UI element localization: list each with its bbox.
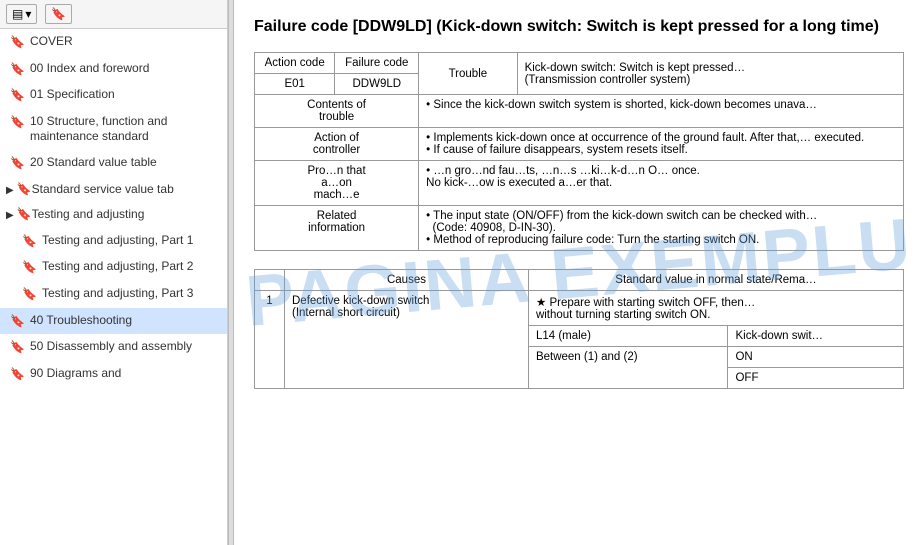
action-code-value: E01 [255,74,335,95]
table-row: Contents oftrouble • Since the kick-down… [255,95,904,128]
col-standard-value: Standard value in normal state/Rema… [528,270,903,291]
sidebar-item-label: 20 Standard value table [30,155,221,171]
cause-connector-value: Kick-down swit… [728,326,904,347]
nav-bookmark-icon: 🔖 [10,88,25,104]
bookmark-button[interactable]: 🔖 [45,4,72,24]
sidebar-item-testing-p1[interactable]: 🔖 Testing and adjusting, Part 1 [0,228,227,255]
causes-table: Causes Standard value in normal state/Re… [254,269,904,389]
sidebar-item-label: Testing and adjusting, Part 1 [42,233,221,249]
sidebar-toolbar: ▤ ▾ 🔖 [0,0,227,29]
row-label-problem: Pro…n thata…onmach…e [255,161,419,206]
sidebar-item-label: Testing and adjusting, Part 2 [42,259,221,275]
col-trouble: Trouble [419,53,517,95]
cause-prep-note: ★ Prepare with starting switch OFF, then… [528,291,903,326]
sidebar-item-20-standard[interactable]: 🔖 20 Standard value table [0,150,227,177]
sidebar-item-50-disassembly[interactable]: 🔖 50 Disassembly and assembly [0,334,227,361]
col-causes: Causes [285,270,529,291]
row-content-contents: • Since the kick-down switch system is s… [419,95,904,128]
row-content-problem: • …n gro…nd fau…ts, …n…s …ki…k-d…n O… on… [419,161,904,206]
expand-arrow-icon: ▶ [6,184,14,197]
sidebar-item-90-diagrams[interactable]: 🔖 90 Diagrams and [0,361,227,388]
sidebar-item-cover[interactable]: 🔖 COVER [0,29,227,56]
failure-code-value: DDW9LD [335,74,419,95]
row-label-contents: Contents oftrouble [255,95,419,128]
table-row: Pro…n thata…onmach…e • …n gro…nd fau…ts,… [255,161,904,206]
nav-bookmark-icon: 🔖 [22,287,37,303]
nav-bookmark-icon: 🔖 [10,115,25,131]
nav-bookmark-icon: 🔖 [10,314,25,330]
col-failure-code: Failure code [335,53,419,74]
sidebar-item-label: COVER [30,34,221,50]
sidebar-item-01-spec[interactable]: 🔖 01 Specification [0,82,227,109]
sidebar-item-label: 00 Index and foreword [30,61,221,77]
table-row: Relatedinformation • The input state (ON… [255,206,904,251]
sidebar-item-standard-service[interactable]: ▶ 🔖 Standard service value tab [0,177,227,203]
nav-bookmark-icon: 🔖 [10,62,25,78]
sidebar-item-label: Testing and adjusting, Part 3 [42,286,221,302]
bookmark-icon: 🔖 [51,7,66,21]
page-title: Failure code [DDW9LD] (Kick-down switch:… [254,16,904,38]
row-content-related: • The input state (ON/OFF) from the kick… [419,206,904,251]
table-row: 1 Defective kick-down switch(Internal sh… [255,291,904,326]
cause-num: 1 [255,291,285,389]
menu-button[interactable]: ▤ ▾ [6,4,37,24]
sidebar-item-label: Testing and adjusting [32,207,145,223]
nav-bookmark-icon: 🔖 [10,340,25,356]
nav-bookmark-icon: 🔖 [10,156,25,172]
nav-bookmark-icon: 🔖 [10,35,25,51]
cause-description: Defective kick-down switch(Internal shor… [285,291,529,389]
failure-info-table: Action code Failure code Trouble Kick-do… [254,52,904,251]
sidebar-item-testing-p3[interactable]: 🔖 Testing and adjusting, Part 3 [0,281,227,308]
sidebar-nav: 🔖 COVER 🔖 00 Index and foreword 🔖 01 Spe… [0,29,227,545]
row-label-action: Action ofcontroller [255,128,419,161]
sidebar-item-label: 40 Troubleshooting [30,313,221,329]
sidebar-item-label: 90 Diagrams and [30,366,221,382]
sidebar-item-testing-p2[interactable]: 🔖 Testing and adjusting, Part 2 [0,254,227,281]
nav-bookmark-icon: 🔖 [17,207,32,223]
sidebar-item-label: 01 Specification [30,87,221,103]
nav-bookmark-icon: 🔖 [22,260,37,276]
col-num [255,270,285,291]
cause-value-off: OFF [728,368,904,389]
dropdown-arrow-icon: ▾ [25,7,31,21]
col-trouble-desc: Kick-down switch: Switch is kept pressed… [517,53,903,95]
row-label-related: Relatedinformation [255,206,419,251]
sidebar-item-label: Standard service value tab [32,182,174,198]
sidebar-item-label: 10 Structure, function and maintenance s… [30,114,221,145]
nav-bookmark-icon: 🔖 [22,234,37,250]
row-content-action: • Implements kick-down once at occurrenc… [419,128,904,161]
sidebar: ▤ ▾ 🔖 🔖 COVER 🔖 00 Index and foreword 🔖 … [0,0,228,545]
cause-measurement-label: Between (1) and (2) [528,347,728,389]
col-action-code: Action code [255,53,335,74]
table-row: Action ofcontroller • Implements kick-do… [255,128,904,161]
sidebar-item-10-structure[interactable]: 🔖 10 Structure, function and maintenance… [0,109,227,150]
nav-bookmark-icon: 🔖 [17,182,32,198]
sidebar-item-label: 50 Disassembly and assembly [30,339,221,355]
expand-arrow-icon: ▶ [6,209,14,222]
nav-bookmark-icon: 🔖 [10,367,25,383]
cause-connector-label: L14 (male) [528,326,728,347]
sidebar-item-00-index[interactable]: 🔖 00 Index and foreword [0,56,227,83]
menu-icon: ▤ [12,7,23,21]
main-content: PAGINA EXEMPLU Failure code [DDW9LD] (Ki… [234,0,924,545]
sidebar-item-40-trouble[interactable]: 🔖 40 Troubleshooting [0,308,227,335]
cause-value-on: ON [728,347,904,368]
sidebar-item-testing-adj[interactable]: ▶ 🔖 Testing and adjusting [0,202,227,228]
